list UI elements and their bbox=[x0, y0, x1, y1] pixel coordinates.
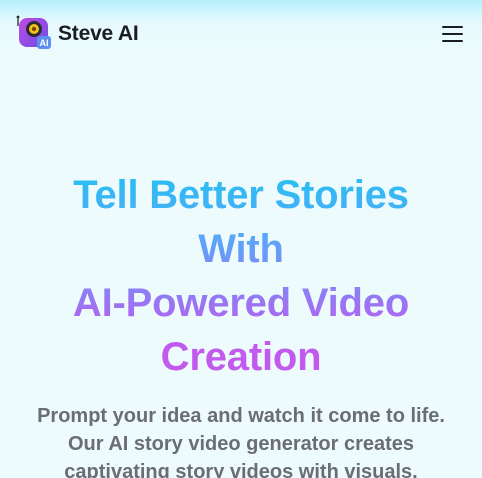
hero-title: Tell Better Stories With AI-Powered Vide… bbox=[0, 168, 482, 384]
steve-ai-logo-icon: AI bbox=[16, 15, 52, 51]
logo-badge-text: AI bbox=[40, 38, 49, 48]
brand-home-link[interactable]: AI Steve AI bbox=[16, 14, 139, 52]
hero-title-line: Tell Better Stories bbox=[73, 173, 409, 217]
hero-subtitle-line: captivating story videos with visuals. bbox=[64, 461, 418, 478]
hero-section: Tell Better Stories With AI-Powered Vide… bbox=[0, 168, 482, 478]
site-header: AI Steve AI bbox=[0, 0, 482, 66]
hero-subtitle-line: Prompt your idea and watch it come to li… bbox=[37, 405, 445, 427]
hero-title-line: AI-Powered Video bbox=[72, 281, 410, 325]
hamburger-menu-button[interactable] bbox=[436, 20, 468, 48]
hero-title-line: With bbox=[198, 227, 284, 271]
hero-title-line: Creation bbox=[160, 335, 322, 379]
brand-name: Steve AI bbox=[58, 21, 139, 45]
hero-subtitle: Prompt your idea and watch it come to li… bbox=[0, 402, 482, 478]
hero-subtitle-line: Our AI story video generator creates bbox=[67, 433, 415, 455]
